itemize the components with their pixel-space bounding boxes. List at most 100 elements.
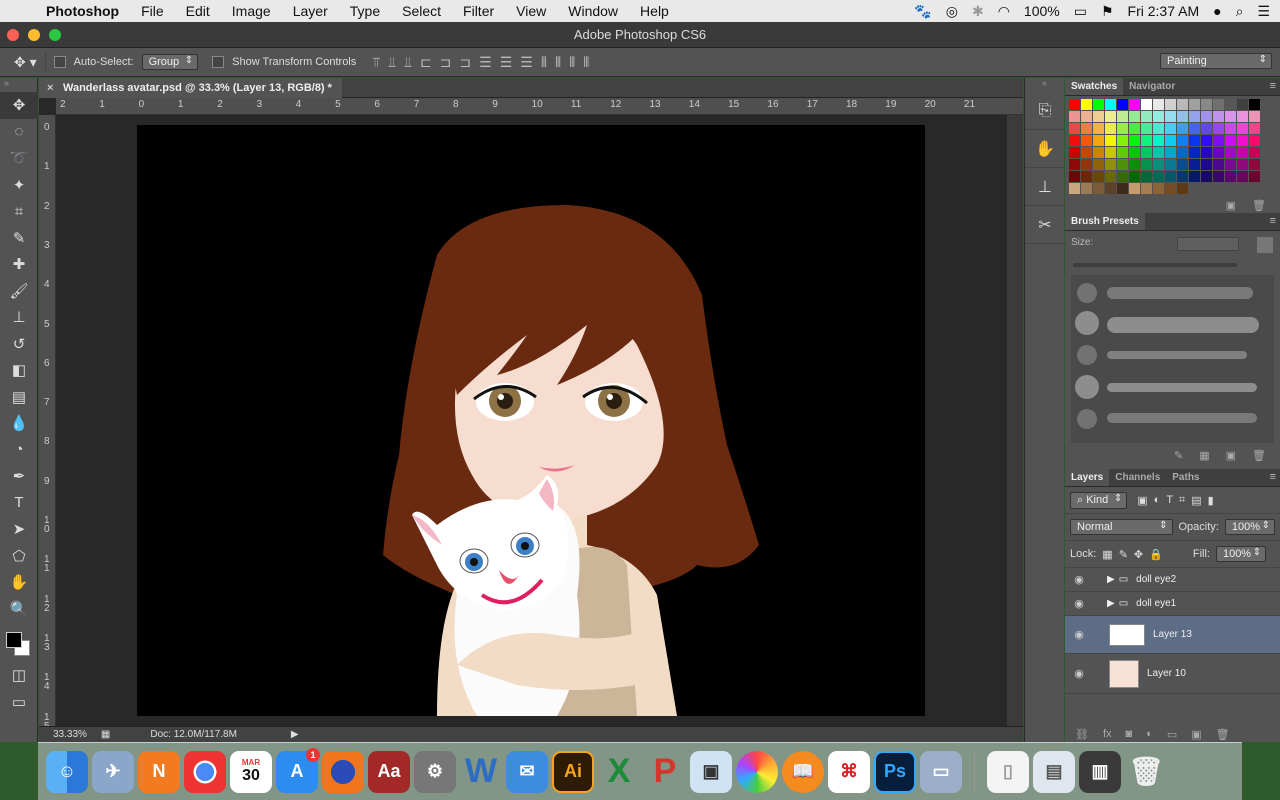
spotlight-icon[interactable]: ⌕ — [1236, 3, 1244, 20]
swatch[interactable] — [1189, 99, 1200, 110]
swatch[interactable] — [1249, 171, 1260, 182]
notification-icon[interactable]: ☰ — [1257, 3, 1270, 20]
align-top-icon[interactable]: ⫪ — [372, 54, 382, 71]
wifi-icon[interactable]: ◠ — [998, 3, 1010, 20]
swatch[interactable] — [1249, 159, 1260, 170]
swatch[interactable] — [1225, 123, 1236, 134]
swatch[interactable] — [1117, 135, 1128, 146]
layer-row[interactable]: ◉ Layer 10 — [1065, 654, 1280, 694]
dock-collapse-icon[interactable]: « — [1025, 78, 1064, 92]
brush-menu-icon[interactable]: ≡ — [1270, 215, 1276, 227]
swatch[interactable] — [1165, 123, 1176, 134]
filter-toggle-icon[interactable]: ▮ — [1208, 494, 1214, 507]
layers-menu-icon[interactable]: ≡ — [1270, 471, 1276, 483]
auto-select-dropdown[interactable]: Group — [141, 54, 199, 70]
filter-shape-icon[interactable]: ⌗ — [1179, 494, 1185, 507]
swatch[interactable] — [1165, 135, 1176, 146]
swatches-grid[interactable] — [1065, 96, 1280, 197]
filter-pixel-icon[interactable]: ▣ — [1137, 494, 1147, 507]
brush-preview-icon[interactable] — [1257, 237, 1273, 253]
swatch[interactable] — [1129, 99, 1140, 110]
swatch[interactable] — [1081, 99, 1092, 110]
swatch[interactable] — [1201, 147, 1212, 158]
battery-icon[interactable]: ▭ — [1074, 3, 1087, 20]
photoshop-icon[interactable]: Ps — [874, 750, 916, 793]
dictionary-icon[interactable]: Aa — [368, 750, 410, 793]
tab-paths[interactable]: Paths — [1166, 469, 1205, 486]
swatch[interactable] — [1141, 147, 1152, 158]
lock-all-icon[interactable]: 🔒 — [1149, 548, 1163, 561]
calendar-icon[interactable]: MAR 30 — [230, 750, 272, 793]
menu-select[interactable]: Select — [391, 3, 452, 19]
swatch[interactable] — [1141, 183, 1152, 194]
swatch[interactable] — [1225, 111, 1236, 122]
close-tab-icon[interactable]: × — [47, 78, 53, 98]
swatch[interactable] — [1153, 183, 1164, 194]
swatch[interactable] — [1165, 147, 1176, 158]
swatch[interactable] — [1201, 111, 1212, 122]
swatch[interactable] — [1177, 123, 1188, 134]
swatch[interactable] — [1129, 123, 1140, 134]
swatch[interactable] — [1153, 99, 1164, 110]
swatch[interactable] — [1237, 111, 1248, 122]
lock-transparency-icon[interactable]: ▦ — [1102, 548, 1112, 561]
lock-pixels-icon[interactable]: ✎ — [1119, 548, 1128, 561]
distribute-bottom-icon[interactable]: ☰ — [520, 54, 535, 71]
swatch[interactable] — [1249, 123, 1260, 134]
swatch[interactable] — [1189, 123, 1200, 134]
foreground-color-swatch[interactable] — [6, 632, 22, 648]
swatch[interactable] — [1177, 159, 1188, 170]
swatch[interactable] — [1225, 135, 1236, 146]
swatch[interactable] — [1117, 99, 1128, 110]
type-tool-icon[interactable]: T — [0, 490, 38, 517]
swatch[interactable] — [1225, 171, 1236, 182]
swatch[interactable] — [1129, 135, 1140, 146]
document-canvas[interactable] — [137, 125, 925, 716]
opacity-field[interactable]: 100% — [1224, 519, 1275, 535]
bluetooth-icon[interactable]: ✱ — [972, 3, 984, 20]
powerpoint-icon[interactable]: P — [644, 751, 686, 793]
history-panel-icon[interactable]: ⎘ — [1025, 92, 1065, 130]
visibility-eye-icon[interactable]: ◉ — [1065, 667, 1093, 680]
ibooks-icon[interactable]: 📖 — [782, 750, 824, 793]
delete-layer-icon[interactable]: 🗑 — [1216, 728, 1230, 741]
swatch[interactable] — [1105, 171, 1116, 182]
align-hcenter-icon[interactable]: ⊐ — [440, 54, 454, 71]
magic-wand-tool-icon[interactable]: ✦ — [0, 172, 38, 199]
menu-file[interactable]: File — [130, 3, 175, 19]
swatch[interactable] — [1201, 183, 1212, 194]
distribute-left-icon[interactable]: ⦀ — [541, 54, 549, 71]
swatch[interactable] — [1189, 159, 1200, 170]
horizontal-ruler[interactable]: 2 1 0 1 2 3 4 5 6 7 8 9 10 11 12 13 14 15 16 17 18 19 20 21 — [56, 98, 1023, 115]
swatch[interactable] — [1249, 99, 1260, 110]
shape-tool-icon[interactable]: ⬠ — [0, 543, 38, 570]
swatch[interactable] — [1081, 135, 1092, 146]
swatch[interactable] — [1237, 99, 1248, 110]
zoom-tool-icon[interactable]: 🔍 — [0, 596, 38, 623]
swatch[interactable] — [1225, 99, 1236, 110]
expand-arrow-icon[interactable]: ▶ — [1107, 574, 1115, 585]
mail-icon[interactable]: ✉ — [506, 750, 548, 793]
desktop-icon[interactable]: ▥ — [1079, 750, 1121, 793]
menu-image[interactable]: Image — [221, 3, 282, 19]
swatch[interactable] — [1165, 159, 1176, 170]
zoom-window-button[interactable] — [49, 29, 61, 41]
swatch[interactable] — [1081, 147, 1092, 158]
distribute-top-icon[interactable]: ☰ — [479, 54, 494, 71]
swatch[interactable] — [1141, 159, 1152, 170]
swatch[interactable] — [1117, 111, 1128, 122]
illustrator-icon[interactable]: Ai — [552, 750, 594, 793]
swatch[interactable] — [1081, 111, 1092, 122]
delete-swatch-icon[interactable]: 🗑 — [1252, 199, 1266, 212]
swatch[interactable] — [1093, 99, 1104, 110]
status-info-icon[interactable]: ▦ — [101, 729, 110, 740]
swatch[interactable] — [1249, 135, 1260, 146]
vertical-scrollbar[interactable] — [1007, 115, 1023, 726]
swatch[interactable] — [1201, 159, 1212, 170]
transform-controls-checkbox[interactable] — [212, 56, 225, 68]
adjustment-layer-icon[interactable]: ◐ — [1146, 728, 1153, 740]
distribute-vcenter-icon[interactable]: ☰ — [500, 54, 515, 71]
visibility-eye-icon[interactable]: ◉ — [1065, 573, 1093, 586]
swatch[interactable] — [1153, 135, 1164, 146]
path-select-tool-icon[interactable]: ➤ — [0, 516, 38, 543]
